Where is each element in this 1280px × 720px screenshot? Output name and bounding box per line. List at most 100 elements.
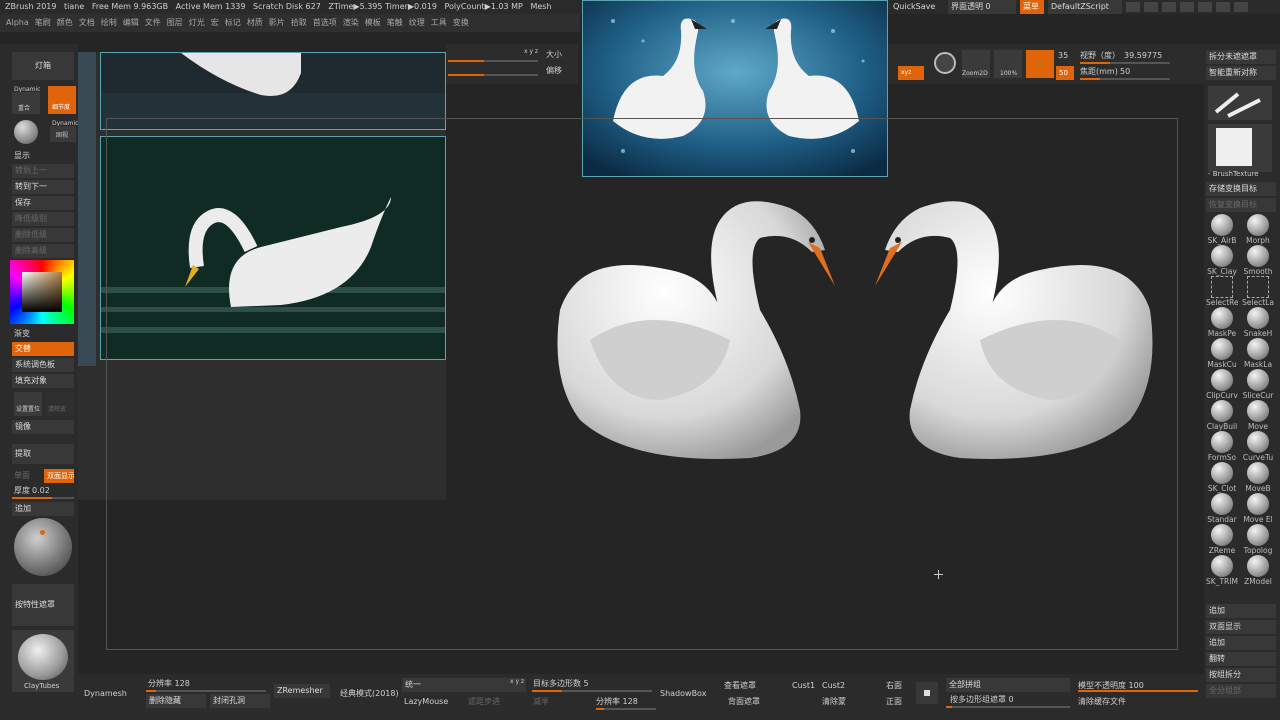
brush-smooth[interactable]: Smooth [1242, 245, 1274, 276]
close-icon[interactable] [1234, 2, 1248, 12]
lazymouse-label[interactable]: LazyMouse [404, 696, 448, 708]
menu-item[interactable]: 颜色 [57, 14, 73, 32]
material-mini-icon[interactable] [14, 120, 38, 144]
save-button[interactable]: 保存 [12, 196, 74, 210]
brush-slicecur[interactable]: SliceCur [1242, 369, 1274, 400]
menu-item[interactable]: 工具 [431, 14, 447, 32]
group-all-bottom-button[interactable]: 全部拼组 [946, 678, 1070, 692]
menu-item[interactable]: 笔刷 [35, 14, 51, 32]
append2-button[interactable]: 追加 [1206, 636, 1276, 650]
brush-move-el[interactable]: Move El [1242, 493, 1274, 524]
floor-toggle[interactable]: 细节度 [48, 86, 76, 114]
menu-item[interactable]: 灯光 [189, 14, 205, 32]
del-higher-button[interactable]: 删除高级 [12, 244, 74, 258]
fill-object-button[interactable]: 填充对象 [12, 374, 74, 388]
brush-selectre[interactable]: SelectRe [1206, 276, 1238, 307]
lower-res-button[interactable]: 降低级别 [12, 212, 74, 226]
thickness-slider[interactable] [12, 497, 74, 499]
brush-maskla[interactable]: MaskLa [1242, 338, 1274, 369]
size-slider[interactable] [448, 60, 538, 62]
brush-maskcu[interactable]: MaskCu [1206, 338, 1238, 369]
menu-button[interactable]: 菜单 [1020, 0, 1044, 14]
brush-morph[interactable]: Morph [1242, 214, 1274, 245]
brush-standar[interactable]: Standar [1206, 493, 1238, 524]
maximize-icon[interactable] [1216, 2, 1230, 12]
close-holes-button[interactable]: 封闭孔洞 [210, 694, 270, 708]
color-swatch[interactable] [22, 272, 62, 312]
layout2-icon[interactable] [1162, 2, 1176, 12]
brush-sk-clot[interactable]: SK_Clot [1206, 462, 1238, 493]
brush-zmodel[interactable]: ZModel [1242, 555, 1274, 586]
frame-toggle[interactable]: 固视 [50, 126, 76, 142]
classic-mode-label[interactable]: 经典模式(2018) [340, 688, 399, 700]
menu-item[interactable]: 变换 [453, 14, 469, 32]
brush-sk-clay[interactable]: SK_Clay [1206, 245, 1238, 276]
double-sided-right-button[interactable]: 双面显示 [1206, 620, 1276, 634]
ui-icon[interactable] [1180, 2, 1194, 12]
swan-models-3d[interactable] [550, 190, 1160, 490]
brush-claybuil[interactable]: ClayBuil [1206, 400, 1238, 431]
help-icon[interactable] [1126, 2, 1140, 12]
fov-slider[interactable] [1080, 62, 1170, 64]
zremesher-button[interactable]: ZRemesher [274, 684, 330, 698]
menu-item[interactable]: 笔触 [387, 14, 403, 32]
stop-icon[interactable] [916, 682, 938, 704]
persp-toggle[interactable]: 重合 [12, 92, 40, 114]
shadowbox-label[interactable]: ShadowBox [660, 688, 706, 700]
focal-slider[interactable] [1080, 78, 1170, 80]
menu-item[interactable]: 绘制 [101, 14, 117, 32]
layout-icon[interactable] [1144, 2, 1158, 12]
brush-snakeh[interactable]: SnakeH [1242, 307, 1274, 338]
cust2-label[interactable]: Cust2 [822, 680, 845, 692]
menu-item[interactable]: 模板 [365, 14, 381, 32]
brush-preview-sphere[interactable] [14, 518, 72, 576]
show-label[interactable]: 显示 [14, 150, 30, 162]
menu-item[interactable]: 文档 [79, 14, 95, 32]
set-pivot-icon[interactable]: 设置置位 [14, 392, 42, 416]
single-sided-label[interactable]: 单面 [14, 470, 30, 482]
del-lower-button[interactable]: 删除低级 [12, 228, 74, 242]
alpha-thumb[interactable] [1208, 124, 1272, 172]
quicksave-button[interactable]: QuickSave [890, 0, 946, 14]
front-view-label[interactable]: 正面 [886, 696, 902, 708]
brush-sk-airb[interactable]: SK_AirB [1206, 214, 1238, 245]
clear-pivot-icon[interactable]: 清除放 [46, 392, 74, 416]
ui-transparency[interactable]: 界面透明 0 [948, 0, 1016, 14]
double-sided-button[interactable]: 双面显示 [44, 469, 74, 483]
prev-button[interactable]: 转到上一 [12, 164, 74, 178]
gradient-label[interactable]: 渐变 [14, 328, 30, 340]
local-symmetry-icon[interactable] [934, 52, 956, 74]
del-hidden-button[interactable]: 删除隐藏 [146, 694, 206, 708]
menu-item[interactable]: 拾取 [291, 14, 307, 32]
menu-item[interactable]: 图层 [167, 14, 183, 32]
brush-sk-trim[interactable]: SK_TRIM [1206, 555, 1238, 586]
group-all-button[interactable]: 全分组部 [1206, 684, 1276, 698]
mirror-button[interactable]: 镜像 [12, 420, 74, 434]
lightbox-button[interactable]: 灯箱 [12, 52, 74, 80]
brush-moveb[interactable]: MoveB [1242, 462, 1274, 493]
brush-clipcurv[interactable]: ClipCurv [1206, 369, 1238, 400]
save-transform-button[interactable]: 存储变换目标 [1206, 182, 1276, 196]
dynamesh-label[interactable]: Dynamesh [84, 688, 127, 700]
uniform-button[interactable]: 统一 [402, 678, 526, 692]
resolution-slider[interactable] [146, 690, 266, 692]
flip-button[interactable]: 翻转 [1206, 652, 1276, 666]
model-opacity-slider[interactable] [1078, 690, 1198, 692]
alternate-button[interactable]: 交替 [12, 342, 74, 356]
material-thumb[interactable]: ClayTubes [12, 630, 74, 692]
menu-item[interactable]: 影片 [269, 14, 285, 32]
color-picker[interactable] [10, 260, 74, 324]
zoom2d-icon[interactable]: Zoom2D [962, 50, 990, 78]
xyz-button[interactable]: xyz [898, 66, 924, 80]
stroke-thumb[interactable] [1208, 86, 1272, 120]
menu-item[interactable]: 渲染 [343, 14, 359, 32]
menu-item[interactable]: 材质 [247, 14, 263, 32]
menu-item[interactable]: Alpha [6, 14, 29, 32]
split-unmasked-button[interactable]: 拆分未遮遮罩 [1206, 50, 1276, 64]
extract-button[interactable]: 提取 [12, 444, 74, 464]
focal-value-box[interactable]: 50 [1056, 66, 1074, 80]
script-button[interactable]: DefaultZScript [1048, 0, 1122, 14]
view-mask-label[interactable]: 查看遮罩 [724, 680, 756, 692]
menu-item[interactable]: 标记 [225, 14, 241, 32]
split-by-group-button[interactable]: 按组拆分 [1206, 668, 1276, 682]
